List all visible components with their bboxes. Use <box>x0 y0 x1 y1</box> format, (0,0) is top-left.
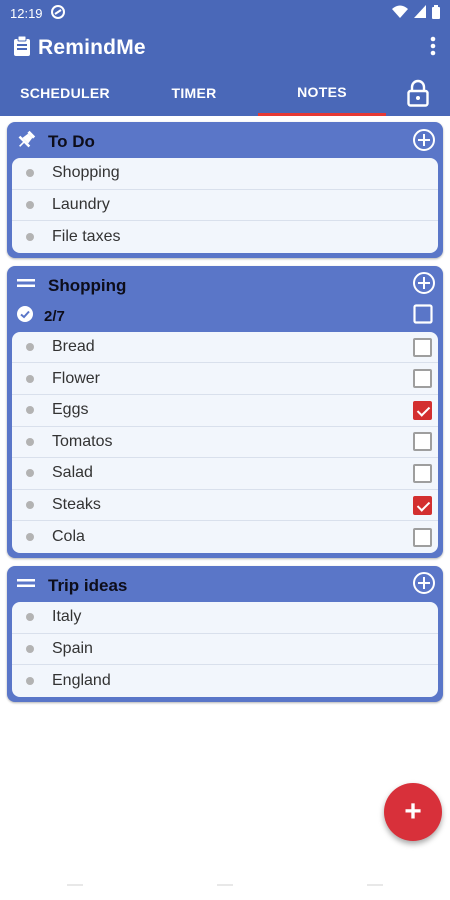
pin-icon[interactable] <box>16 130 36 155</box>
checked-count-row: 2/7 <box>12 302 438 332</box>
list-item[interactable]: Flower <box>12 363 438 395</box>
note-items: Bread Flower Eggs Tomatos Salad Steaks C… <box>12 331 438 553</box>
nav-recents-icon[interactable] <box>367 884 383 886</box>
bullet-icon <box>26 644 34 653</box>
list-item[interactable]: Laundry <box>12 190 438 222</box>
more-vert-icon[interactable] <box>430 36 436 60</box>
drag-handle-icon[interactable] <box>16 273 36 298</box>
bullet-icon <box>26 501 34 510</box>
status-time: 12:19 <box>10 5 43 21</box>
note-card-header: Trip ideas <box>12 570 438 602</box>
bullet-icon <box>26 169 34 178</box>
list-item-label: Flower <box>52 369 101 387</box>
add-note-fab[interactable]: + <box>384 783 442 841</box>
app-bar: RemindMe <box>0 26 450 70</box>
bullet-icon <box>26 343 34 352</box>
item-checkbox[interactable] <box>413 527 432 547</box>
add-circle-icon[interactable] <box>412 571 436 600</box>
list-item[interactable]: Tomatos <box>12 427 438 459</box>
note-card-shopping[interactable]: Shopping 2/7 Bread Flower Eggs Tomatos S… <box>7 265 443 558</box>
item-checkbox[interactable] <box>413 400 432 420</box>
list-item-label: Salad <box>52 464 93 482</box>
bullet-icon <box>26 374 34 383</box>
list-item-label: Spain <box>52 639 93 657</box>
item-checkbox[interactable] <box>413 463 432 483</box>
item-checkbox[interactable] <box>413 432 432 452</box>
wifi-icon <box>392 5 408 21</box>
note-title: Trip ideas <box>48 575 128 595</box>
list-item-label: England <box>52 671 111 689</box>
list-item[interactable]: Italy <box>12 602 438 634</box>
list-item-label: Eggs <box>52 401 89 419</box>
bullet-icon <box>26 200 34 209</box>
note-card-todo[interactable]: To Do Shopping Laundry File taxes <box>7 122 443 258</box>
list-item-label: Steaks <box>52 496 101 514</box>
list-item-label: File taxes <box>52 227 121 245</box>
bullet-icon <box>26 676 34 685</box>
tab-bar: SCHEDULER TIMER NOTES <box>0 70 450 116</box>
notes-list: To Do Shopping Laundry File taxes Shoppi… <box>0 116 450 702</box>
bullet-icon <box>26 533 34 542</box>
clipboard-icon <box>14 35 30 61</box>
status-bar: 12:19 <box>0 0 450 26</box>
system-nav-bar <box>0 870 450 900</box>
add-circle-icon[interactable] <box>412 271 436 300</box>
item-checkbox[interactable] <box>413 369 432 389</box>
note-items: Shopping Laundry File taxes <box>12 158 438 253</box>
list-item[interactable]: Salad <box>12 458 438 490</box>
list-item[interactable]: England <box>12 665 438 697</box>
nav-back-icon[interactable] <box>67 884 83 886</box>
signal-icon <box>414 5 426 21</box>
bullet-icon <box>26 469 34 478</box>
battery-icon <box>432 4 440 22</box>
list-item-label: Tomatos <box>52 432 113 450</box>
vpn-icon <box>50 4 65 22</box>
list-item-label: Cola <box>52 528 85 546</box>
list-item[interactable]: Cola <box>12 521 438 553</box>
app-title: RemindMe <box>38 36 146 59</box>
bullet-icon <box>26 437 34 446</box>
bullet-icon <box>26 613 34 622</box>
bullet-icon <box>26 232 34 241</box>
list-item-label: Laundry <box>52 195 110 213</box>
drag-handle-icon[interactable] <box>16 573 36 598</box>
add-circle-icon[interactable] <box>412 128 436 157</box>
note-card-trip-ideas[interactable]: Trip ideas Italy Spain England <box>7 565 443 702</box>
note-title: Shopping <box>48 275 127 295</box>
select-all-checkbox[interactable] <box>413 304 433 329</box>
lock-icon[interactable] <box>386 70 450 116</box>
note-items: Italy Spain England <box>12 601 438 697</box>
item-checkbox[interactable] <box>413 495 432 515</box>
list-item[interactable]: Eggs <box>12 395 438 427</box>
tab-scheduler[interactable]: SCHEDULER <box>0 70 130 116</box>
list-item[interactable]: File taxes <box>12 221 438 253</box>
list-item-label: Shopping <box>52 164 120 182</box>
list-item-label: Italy <box>52 608 82 626</box>
note-title: To Do <box>48 132 95 151</box>
note-card-header: Shopping <box>12 270 438 302</box>
list-item[interactable]: Spain <box>12 634 438 666</box>
item-checkbox[interactable] <box>413 337 432 357</box>
bullet-icon <box>26 406 34 415</box>
tab-timer[interactable]: TIMER <box>130 70 258 116</box>
list-item[interactable]: Shopping <box>12 158 438 190</box>
list-item[interactable]: Bread <box>12 332 438 364</box>
list-item[interactable]: Steaks <box>12 490 438 522</box>
list-item-label: Bread <box>52 338 95 356</box>
check-circle-icon <box>16 305 34 328</box>
checked-count: 2/7 <box>44 308 65 326</box>
tab-notes[interactable]: NOTES <box>258 70 386 116</box>
nav-home-icon[interactable] <box>217 884 233 886</box>
note-card-header: To Do <box>12 126 438 158</box>
